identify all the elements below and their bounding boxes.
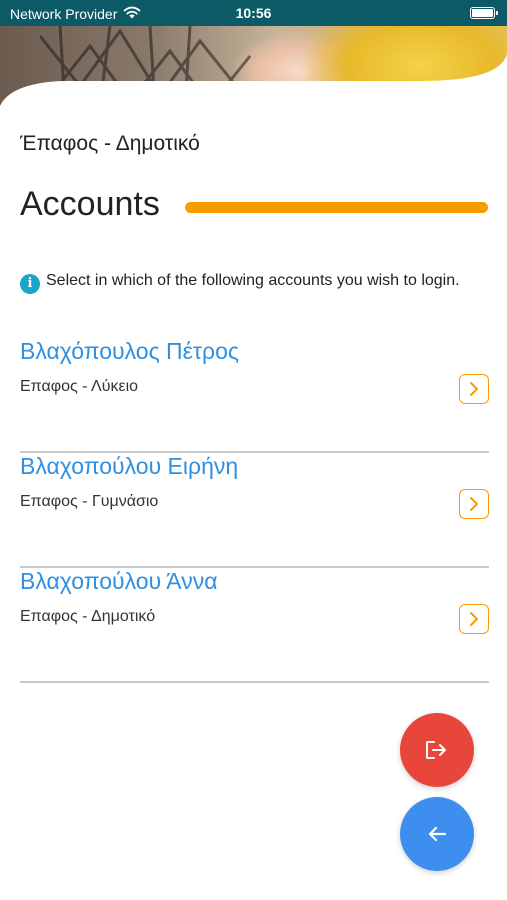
page-title: Accounts xyxy=(20,185,160,223)
chevron-right-icon[interactable] xyxy=(459,374,489,404)
info-icon: i xyxy=(20,274,40,294)
account-name: Βλαχοπούλου Ειρήνη xyxy=(20,453,239,479)
title-accent-bar xyxy=(185,202,488,213)
logout-button[interactable] xyxy=(400,713,474,787)
account-school: Επαφος - Λύκειο xyxy=(20,378,139,395)
header-image xyxy=(0,26,507,126)
account-item[interactable]: Βλαχοπούλου Ειρήνη Επαφος - Γυμνάσιο xyxy=(20,453,489,568)
account-name: Βλαχοπούλου Άννα xyxy=(20,568,218,594)
account-name: Βλαχόπουλος Πέτρος xyxy=(20,338,239,364)
info-message: i Select in which of the following accoun… xyxy=(20,268,480,294)
account-school: Επαφος - Γυμνάσιο xyxy=(20,493,159,510)
account-school: Επαφος - Δημοτικό xyxy=(20,608,156,625)
back-button[interactable] xyxy=(400,797,474,871)
chevron-right-icon[interactable] xyxy=(459,489,489,519)
school-name: Έπαφος - Δημοτικό xyxy=(20,132,200,155)
info-text: Select in which of the following account… xyxy=(46,272,460,289)
account-item[interactable]: Βλαχοπούλου Άννα Επαφος - Δημοτικό xyxy=(20,568,489,683)
battery-icon xyxy=(470,7,498,19)
logout-icon xyxy=(426,741,446,759)
status-bar: Network Provider 10:56 xyxy=(0,0,507,26)
account-item[interactable]: Βλαχόπουλος Πέτρος Επαφος - Λύκειο xyxy=(20,338,489,453)
section-header: Accounts xyxy=(20,185,490,225)
status-time: 10:56 xyxy=(235,5,272,21)
arrow-left-icon xyxy=(428,826,447,842)
header-curve xyxy=(0,54,507,126)
chevron-right-icon[interactable] xyxy=(459,604,489,634)
